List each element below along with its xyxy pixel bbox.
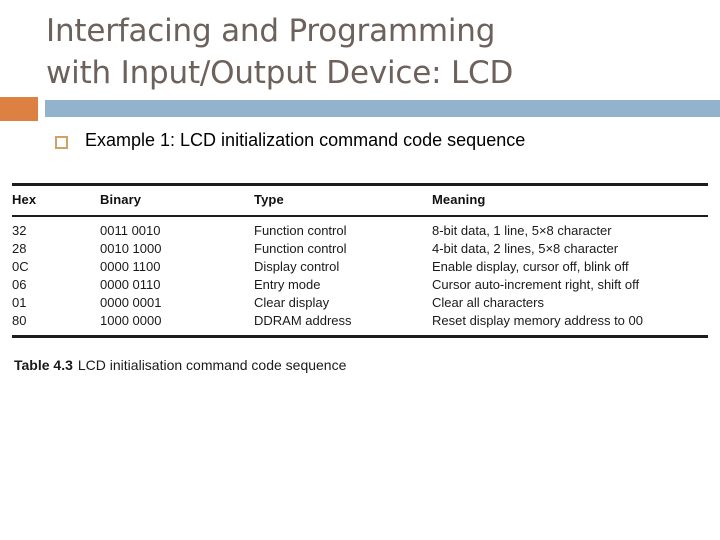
table-rule-bottom <box>12 335 708 338</box>
cell-meaning: Clear all characters <box>432 295 544 310</box>
lcd-init-table: Hex Binary Type Meaning 32 0011 0010 Fun… <box>12 183 708 338</box>
cell-binary: 0000 0001 <box>100 295 162 310</box>
page-title: Interfacing and Programming with Input/O… <box>46 10 686 94</box>
table-body: 32 0011 0010 Function control 8-bit data… <box>12 222 708 330</box>
cell-type: Entry mode <box>254 277 321 292</box>
cell-meaning: Reset display memory address to 00 <box>432 313 643 328</box>
cell-meaning: Enable display, cursor off, blink off <box>432 259 629 274</box>
table-row: 32 0011 0010 Function control 8-bit data… <box>12 222 708 240</box>
table-caption: Table 4.3 LCD initialisation command code… <box>14 357 346 373</box>
table-row: 06 0000 0110 Entry mode Cursor auto-incr… <box>12 276 708 294</box>
cell-binary: 0011 0010 <box>100 223 161 238</box>
table-row: 0C 0000 1100 Display control Enable disp… <box>12 258 708 276</box>
slide: Interfacing and Programming with Input/O… <box>0 0 720 540</box>
title-line-2: with Input/Output Device: LCD <box>46 55 514 91</box>
cell-type: Function control <box>254 241 347 256</box>
bullet-item-label: Example 1: LCD initialization command co… <box>85 130 526 150</box>
cell-type: DDRAM address <box>254 313 352 328</box>
cell-hex: 80 <box>12 313 27 328</box>
bullet-list-item: Example 1: LCD initialization command co… <box>55 128 525 152</box>
square-bullet-icon <box>55 136 68 149</box>
cell-hex: 28 <box>12 241 27 256</box>
cell-meaning: Cursor auto-increment right, shift off <box>432 277 640 292</box>
table-header-row: Hex Binary Type Meaning <box>12 186 708 212</box>
cell-binary: 0000 1100 <box>100 259 161 274</box>
table-rule-header <box>12 215 708 217</box>
cell-hex: 06 <box>12 277 27 292</box>
table-row: 80 1000 0000 DDRAM address Reset display… <box>12 312 708 330</box>
accent-bar-blue <box>45 100 720 117</box>
cell-binary: 0010 1000 <box>100 241 162 256</box>
table-row: 28 0010 1000 Function control 4-bit data… <box>12 240 708 258</box>
cell-meaning: 8-bit data, 1 line, 5×8 character <box>432 223 612 238</box>
cell-hex: 01 <box>12 295 27 310</box>
table-row: 01 0000 0001 Clear display Clear all cha… <box>12 294 708 312</box>
cell-binary: 0000 0110 <box>100 277 161 292</box>
table: Hex Binary Type Meaning <box>12 186 708 212</box>
cell-type: Function control <box>254 223 347 238</box>
cell-hex: 32 <box>12 223 27 238</box>
cell-binary: 1000 0000 <box>100 313 162 328</box>
cell-meaning: 4-bit data, 2 lines, 5×8 character <box>432 241 619 256</box>
caption-label: Table 4.3 <box>14 357 73 373</box>
cell-type: Display control <box>254 259 340 274</box>
column-header-meaning: Meaning <box>432 192 486 207</box>
column-header-binary: Binary <box>100 192 142 207</box>
accent-bar-orange <box>0 97 38 121</box>
title-line-1: Interfacing and Programming <box>46 13 496 49</box>
cell-type: Clear display <box>254 295 330 310</box>
column-header-hex: Hex <box>12 192 37 207</box>
column-header-type: Type <box>254 192 284 207</box>
caption-text: LCD initialisation command code sequence <box>77 357 347 373</box>
cell-hex: 0C <box>12 259 29 274</box>
